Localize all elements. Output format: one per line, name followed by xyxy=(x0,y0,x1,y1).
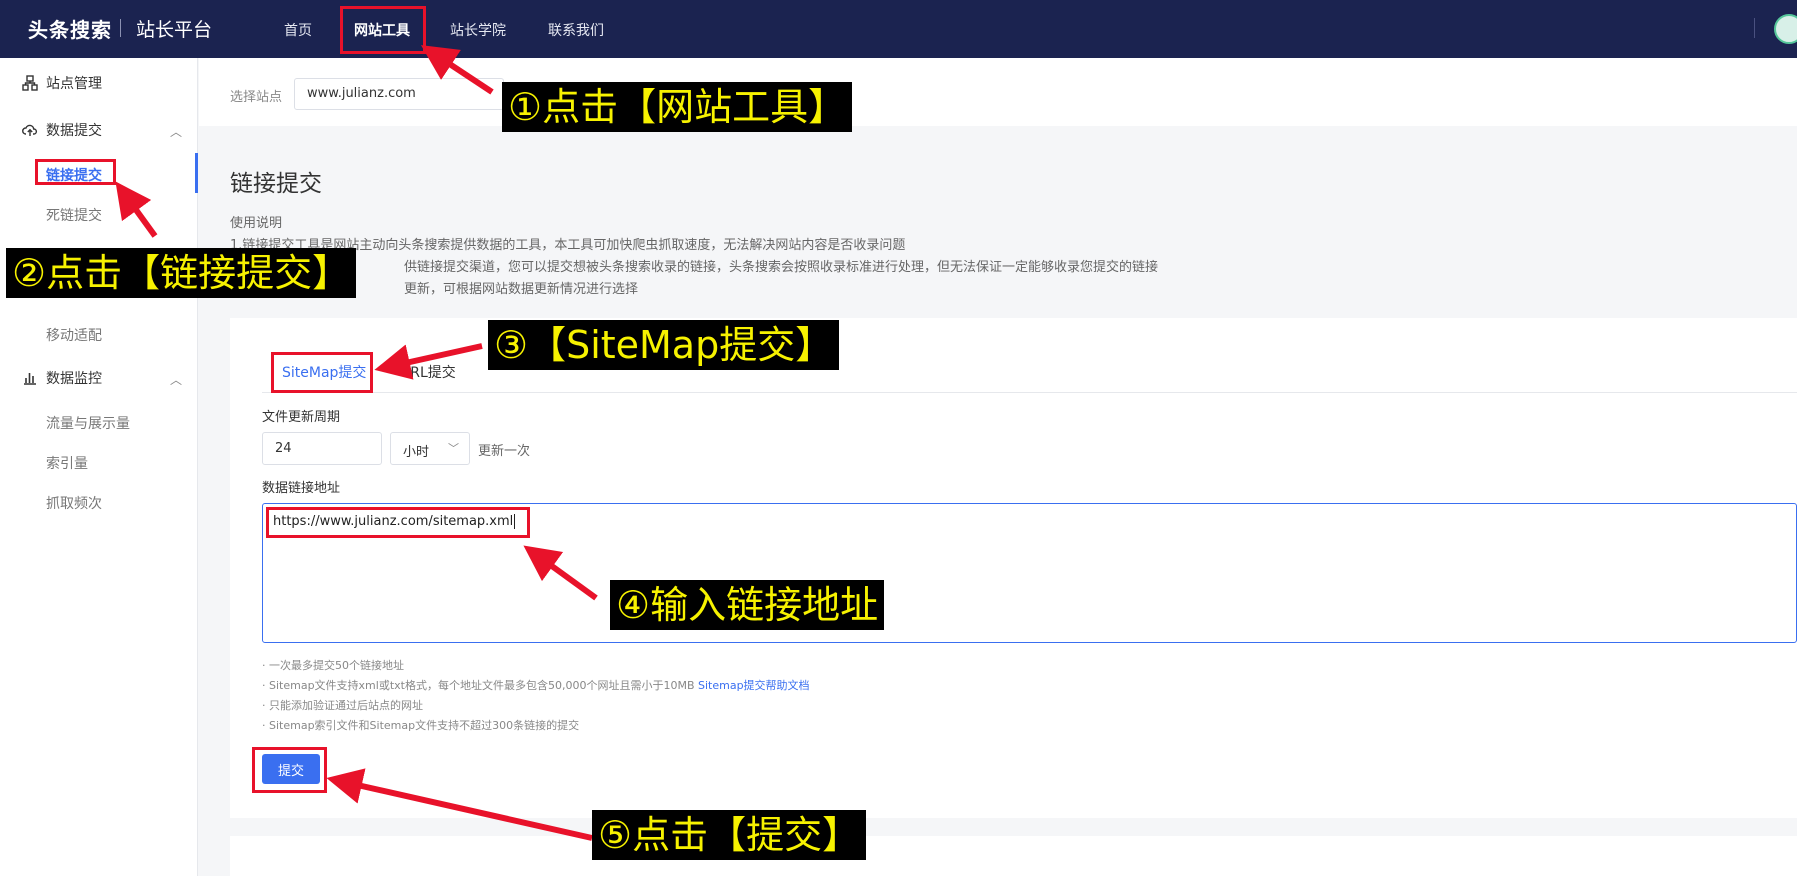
logo-divider xyxy=(120,19,121,37)
callout-step5: ⑤点击【提交】 xyxy=(592,810,867,860)
hint-line: · Sitemap索引文件和Sitemap文件支持不超过300条链接的提交 xyxy=(262,719,580,732)
sidebar-item-traffic[interactable]: 流量与展示量 xyxy=(46,413,130,433)
callout-step1: ①点击【网站工具】 xyxy=(502,82,853,132)
sidebar-item-label: 站点管理 xyxy=(46,76,102,92)
page-title: 链接提交 xyxy=(230,171,322,197)
sidebar-item-crawl[interactable]: 抓取频次 xyxy=(46,493,102,513)
sidebar-item-site-manage[interactable]: 站点管理 xyxy=(22,73,102,93)
address-label: 数据链接地址 xyxy=(262,481,341,496)
hint-line: · 只能添加验证通过后站点的网址 xyxy=(262,699,423,712)
logo-subtitle: 站长平台 xyxy=(136,19,213,41)
chevron-down-icon: ﹀ xyxy=(448,442,459,455)
chevron-up-icon[interactable]: ︿ xyxy=(170,371,182,388)
highlight-box-submit xyxy=(252,747,327,793)
usage-line: 供链接提交渠道，您可以提交想被头条搜索收录的链接，头条搜索会按照收录标准进行处理… xyxy=(404,260,1159,275)
avatar[interactable] xyxy=(1774,14,1797,44)
active-indicator xyxy=(195,153,198,193)
site-select[interactable]: www.julianz.com xyxy=(294,78,504,110)
sidebar-group-label: 数据监控 xyxy=(46,371,102,387)
callout-step4: ④输入链接地址 xyxy=(610,580,885,630)
callout-step2: ②点击【链接提交】 xyxy=(6,248,357,298)
sidebar-group-label: 数据提交 xyxy=(46,123,102,139)
sitemap-icon xyxy=(22,75,38,91)
upload-cloud-icon xyxy=(22,124,38,136)
nav-academy[interactable]: 站长学院 xyxy=(450,20,506,40)
secondary-card xyxy=(230,836,1797,876)
hint-line: · 一次最多提交50个链接地址 xyxy=(262,659,404,672)
top-divider xyxy=(1754,18,1755,38)
highlight-box-address xyxy=(266,507,530,538)
highlight-box-site-tools xyxy=(340,6,426,54)
sidebar-group-data-submit[interactable]: 数据提交 xyxy=(22,120,102,140)
top-nav-bar: 头条搜索 站长平台 首页 网站工具 站长学院 联系我们 xyxy=(0,0,1797,58)
highlight-box-sitemap-tab xyxy=(271,352,373,393)
unit-select[interactable]: 小时 ﹀ xyxy=(390,432,470,465)
usage-title: 使用说明 xyxy=(230,216,283,231)
hint-text: · Sitemap文件支持xml或txt格式，每个地址文件最多包含50,000个… xyxy=(262,679,695,692)
highlight-box-link-submit xyxy=(35,159,116,185)
cycle-label: 文件更新周期 xyxy=(262,410,341,425)
logo[interactable]: 头条搜索 xyxy=(28,14,112,43)
nav-home[interactable]: 首页 xyxy=(284,20,312,40)
tab-url[interactable]: URL提交 xyxy=(400,362,456,382)
usage-line: 更新，可根据网站数据更新情况进行选择 xyxy=(404,282,639,297)
chevron-up-icon[interactable]: ︿ xyxy=(170,123,182,140)
sidebar-item-dead-link[interactable]: 死链提交 xyxy=(46,205,102,225)
bar-chart-icon xyxy=(24,373,36,385)
nav-contact[interactable]: 联系我们 xyxy=(548,20,604,40)
sitemap-help-link[interactable]: Sitemap提交帮助文档 xyxy=(698,679,810,692)
cycle-input[interactable]: 24 xyxy=(262,432,382,465)
sidebar-item-index[interactable]: 索引量 xyxy=(46,453,88,473)
sidebar-item-mobile-adapt[interactable]: 移动适配 xyxy=(46,325,102,345)
unit-select-value: 小时 xyxy=(403,445,430,460)
tab-divider xyxy=(262,392,1797,393)
site-select-label: 选择站点 xyxy=(230,90,283,105)
sidebar-group-data-monitor[interactable]: 数据监控 xyxy=(22,368,102,388)
callout-step3: ③【SiteMap提交】 xyxy=(488,320,840,370)
update-text: 更新一次 xyxy=(478,444,531,459)
hint-line-with-link: · Sitemap文件支持xml或txt格式，每个地址文件最多包含50,000个… xyxy=(262,677,810,693)
